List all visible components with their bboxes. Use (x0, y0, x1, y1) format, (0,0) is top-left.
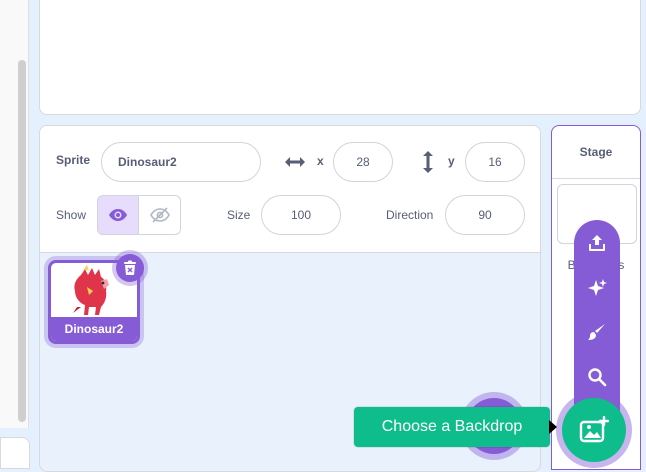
show-hidden-button[interactable] (139, 195, 181, 235)
upload-icon[interactable] (585, 231, 609, 255)
delete-sprite-button[interactable] (116, 254, 144, 282)
eye-icon (109, 209, 127, 221)
stage-title: Stage (552, 126, 640, 179)
eye-slash-icon (149, 207, 170, 223)
size-input[interactable]: 100 (261, 195, 341, 235)
choose-backdrop-button[interactable] (562, 398, 626, 462)
sprite-label: Sprite (56, 153, 91, 167)
sprite-tile-name: Dinosaur2 (51, 317, 137, 341)
search-icon[interactable] (585, 365, 609, 389)
y-input[interactable]: 16 (465, 142, 525, 182)
trash-icon (124, 260, 136, 275)
show-label: Show (56, 208, 87, 222)
tooltip-arrow (549, 420, 557, 434)
x-label: x (317, 154, 324, 168)
image-add-icon (579, 416, 609, 443)
backdrop-menu (574, 220, 620, 420)
y-label: y (448, 154, 455, 168)
paint-icon[interactable] (585, 320, 609, 344)
sprite-info-panel: Sprite Dinosaur2 x 28 y 16 Show Size 100… (40, 126, 540, 253)
show-visible-button[interactable] (97, 195, 139, 235)
horizontal-arrows-icon (285, 157, 305, 167)
sprite-name-input[interactable]: Dinosaur2 (101, 142, 261, 182)
surprise-icon[interactable] (585, 276, 609, 300)
direction-input[interactable]: 90 (445, 195, 525, 235)
size-label: Size (227, 208, 251, 222)
direction-label: Direction (386, 208, 434, 222)
vertical-arrows-icon (423, 151, 433, 173)
code-area-scrollbar[interactable] (18, 60, 26, 422)
stage-canvas[interactable] (39, 0, 641, 115)
choose-backdrop-tooltip: Choose a Backdrop (354, 407, 550, 447)
code-area-corner (0, 437, 30, 469)
x-input[interactable]: 28 (333, 142, 393, 182)
